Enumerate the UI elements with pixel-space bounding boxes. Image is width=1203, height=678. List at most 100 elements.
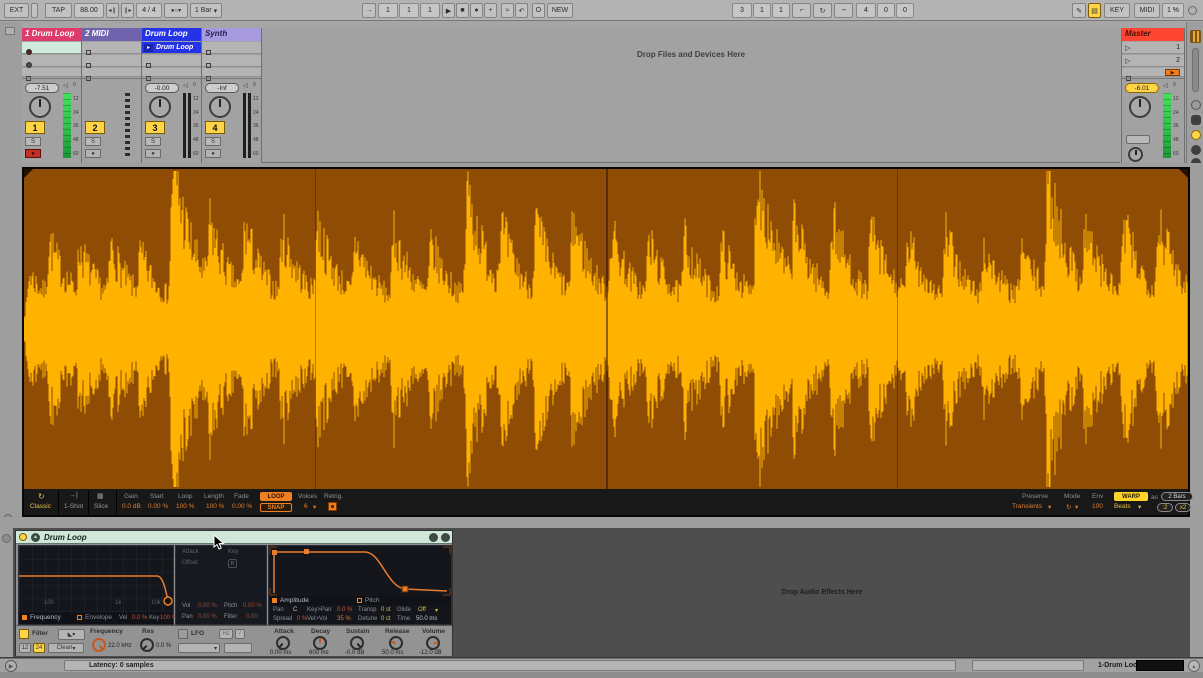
res-knob[interactable] [140, 638, 154, 652]
lfo-toggle[interactable] [178, 629, 188, 639]
overview-toggle-icon[interactable] [1190, 30, 1201, 43]
dropdown-icon[interactable]: ▾ [435, 607, 438, 614]
track-3-header[interactable]: Drum Loop [142, 28, 201, 41]
io-toggle-icon[interactable] [1191, 100, 1201, 110]
tab-amplitude[interactable]: Amplitude [280, 597, 309, 604]
cue-volume-knob[interactable] [1128, 147, 1143, 162]
vel-value[interactable]: 0.0 % [132, 615, 147, 621]
loop-value[interactable]: 100 % [176, 503, 194, 510]
position-sixteenth-field[interactable]: 1 [420, 3, 440, 18]
warp-length-field[interactable]: 2 Bars [1161, 492, 1193, 501]
scene-1[interactable]: ▷ 1 [1122, 42, 1184, 54]
loop-on-button[interactable]: LOOP [260, 492, 292, 501]
new-button[interactable]: NEW [547, 3, 573, 18]
volume-value[interactable]: -12.0 dB [419, 650, 442, 656]
device-title-bar[interactable]: ▲ Drum Loop [16, 531, 452, 544]
scene-fire-button[interactable]: ▶ [1165, 69, 1180, 76]
punch-in-button[interactable]: ⌐ [792, 3, 811, 18]
device-view-toggle-icon[interactable] [2, 534, 11, 543]
transp-value[interactable]: 0 st [381, 607, 391, 613]
midi-map-button[interactable]: MIDI [1134, 3, 1160, 18]
tap-tempo-button[interactable]: TAP [45, 3, 72, 18]
attack-value[interactable]: 0.00 ms [270, 650, 291, 656]
computer-midi-keyboard-button[interactable]: ▤ [1088, 3, 1101, 18]
arrangement-record-button[interactable]: ● [470, 3, 483, 18]
track-1-pan-knob[interactable] [29, 96, 51, 118]
snap-button[interactable]: SNAP [260, 503, 292, 512]
track-2-solo-button[interactable]: S [85, 137, 101, 146]
draw-mode-button[interactable]: ✎ [1072, 3, 1086, 18]
loop-end-marker-icon[interactable] [1179, 169, 1188, 178]
track-1-clip-slot-2[interactable] [22, 55, 81, 67]
dropdown-icon[interactable]: ▾ [1075, 503, 1078, 511]
track-3-clip-drum-loop[interactable]: ▸ Drum Loop [142, 42, 201, 54]
drive-dropdown[interactable]: Clean▾ [48, 643, 84, 653]
status-play-icon[interactable]: ▶ [5, 660, 17, 672]
track-4-solo-button[interactable]: S [205, 137, 221, 146]
master-volume-field[interactable]: -6.01 [1125, 83, 1159, 93]
lfo-pitch-value[interactable]: 0.00 % [243, 603, 262, 609]
decay-knob[interactable] [313, 636, 327, 650]
track-3-clip-slot-2[interactable] [142, 55, 201, 67]
sends-toggle-icon[interactable] [1191, 115, 1201, 125]
quantization-menu[interactable]: 1 Bar ▾ [190, 3, 222, 18]
nudge-down-button[interactable]: ◂❙ [106, 3, 119, 18]
frequency-value[interactable]: 22.0 kHz [108, 643, 132, 649]
track-1-solo-button[interactable]: S [25, 137, 41, 146]
ext-sync-indicator[interactable] [31, 3, 38, 18]
scene-play-icon[interactable]: ▷ [1125, 44, 1130, 52]
loop-start-beat-field[interactable]: 1 [753, 3, 771, 18]
lfo-vol-value[interactable]: 0.00 % [198, 603, 217, 609]
position-bar-field[interactable]: 1 [378, 3, 398, 18]
ext-sync-button[interactable]: EXT [4, 3, 29, 18]
metronome-button[interactable]: ●○▾ [164, 3, 188, 18]
pan-value[interactable]: C [293, 607, 297, 613]
detail-view-toggle-icon[interactable]: ▲ [1188, 660, 1200, 672]
track-4-clip-slot-1[interactable] [202, 42, 261, 54]
master-pan-knob[interactable] [1129, 96, 1151, 118]
play-button[interactable]: ▶ [442, 3, 455, 18]
track-1-clip-slot-3[interactable] [22, 68, 81, 77]
lfo-filter-value[interactable]: 0.00 [246, 614, 258, 620]
device-power-toggle[interactable] [19, 533, 27, 541]
loop-length-bar-field[interactable]: 4 [856, 3, 876, 18]
track-4-volume-field[interactable]: -Inf [205, 83, 239, 93]
session-drop-zone[interactable]: Drop Files and Devices Here [262, 28, 1120, 163]
time-signature-field[interactable]: 4 / 4 [136, 3, 162, 18]
mode-slice-button[interactable]: Slice [94, 503, 108, 510]
reenable-automation-button[interactable]: ↶ [515, 3, 528, 18]
nudge-up-button[interactable]: ❙▸ [121, 3, 134, 18]
track-2-activator-button[interactable]: 2 [85, 121, 105, 134]
sustain-knob[interactable] [350, 636, 364, 650]
lfo-pan-value[interactable]: 0.00 % [198, 614, 217, 620]
audio-effects-drop-zone[interactable]: Drop Audio Effects Here [454, 528, 1190, 657]
track-4-header[interactable]: Synth [202, 28, 261, 41]
tab-envelope[interactable]: Envelope [85, 614, 112, 621]
track-4-activator-button[interactable]: 4 [205, 121, 225, 134]
device-fold-icon[interactable]: ▲ [31, 533, 40, 542]
gain-value[interactable]: 0.0 dB [122, 503, 141, 510]
master-header[interactable]: Master [1122, 28, 1184, 41]
release-knob[interactable] [389, 636, 403, 650]
track-3-arm-button[interactable]: ● [145, 149, 161, 158]
voices-value[interactable]: 6 [304, 503, 308, 510]
track-1-clip-slot-1[interactable] [22, 42, 81, 54]
track-3-solo-button[interactable]: S [145, 137, 161, 146]
slope-24-button[interactable]: 24 [33, 643, 45, 653]
loop-length-beat-field[interactable]: 0 [877, 3, 895, 18]
track-1-volume-field[interactable]: -7.51 [25, 83, 59, 93]
track-4-arm-button[interactable]: ● [205, 149, 221, 158]
filter-display-panel[interactable]: 100 1k 10k Frequency Envelope Vel 0.0 % … [18, 545, 174, 625]
track-4-clip-slot-3[interactable] [202, 68, 261, 77]
track-3-activator-button[interactable]: 3 [145, 121, 165, 134]
transient-mode-value[interactable]: ↻ [1066, 503, 1071, 511]
track-2-clip-slot-3[interactable] [82, 68, 141, 77]
mixer-toggle-icon[interactable] [1191, 145, 1201, 155]
time-value[interactable]: 50.0 ms [416, 616, 437, 622]
loop-start-bar-field[interactable]: 3 [732, 3, 752, 18]
velvol-value[interactable]: 35 % [337, 616, 351, 622]
mode-one-shot-button[interactable]: 1-Shot [64, 503, 83, 510]
retrig-toggle[interactable] [328, 502, 337, 511]
session-record-button[interactable]: O [532, 3, 545, 18]
decay-value[interactable]: 600 ms [309, 650, 329, 656]
